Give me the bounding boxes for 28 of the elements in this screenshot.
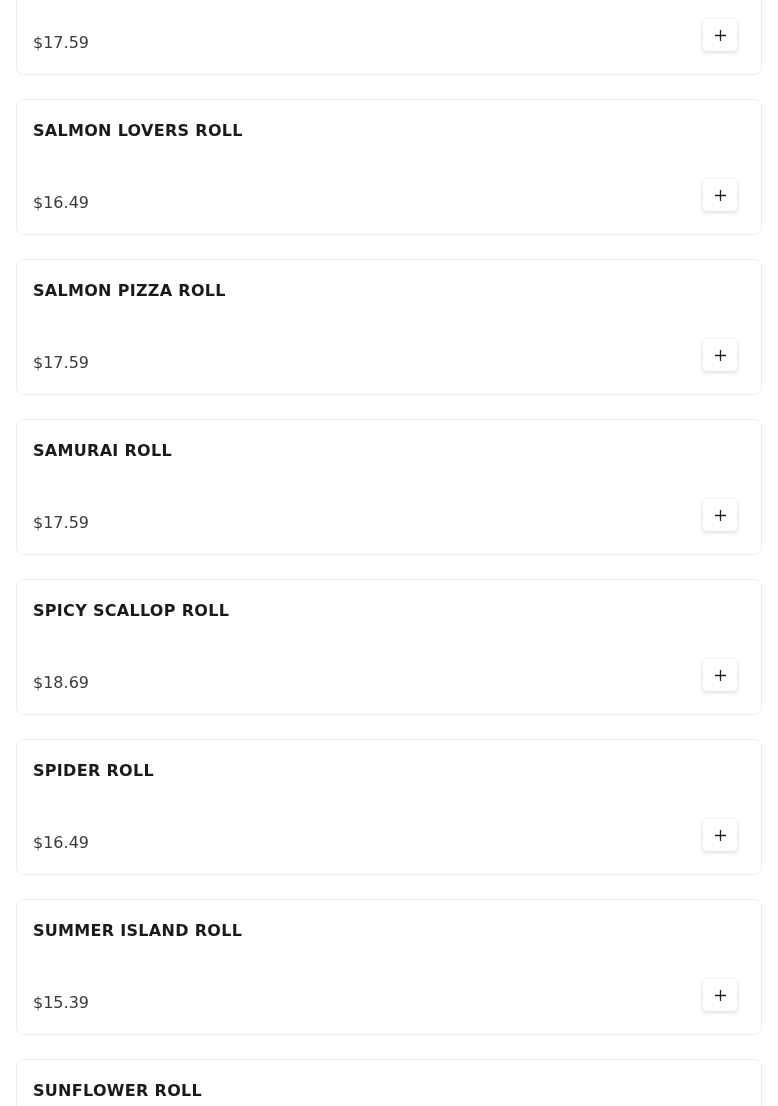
plus-icon xyxy=(714,349,726,361)
item-price: $17.59 xyxy=(33,32,89,52)
item-price: $17.59 xyxy=(33,512,89,532)
item-price: $17.59 xyxy=(33,352,89,372)
plus-icon xyxy=(714,989,726,1001)
add-button[interactable] xyxy=(703,339,737,371)
item-name: SALMON LOVERS ROLL xyxy=(33,121,244,141)
add-button[interactable] xyxy=(703,19,737,51)
add-button[interactable] xyxy=(703,659,737,691)
item-price: $18.69 xyxy=(33,672,89,692)
add-button[interactable] xyxy=(703,179,737,211)
item-name: SPIDER ROLL xyxy=(33,761,155,781)
item-name: SUNFLOWER ROLL xyxy=(33,1081,204,1101)
item-price: $16.49 xyxy=(33,832,89,852)
plus-icon xyxy=(714,189,726,201)
item-name: SUMMER ISLAND ROLL xyxy=(33,921,244,941)
add-button[interactable] xyxy=(703,499,737,531)
plus-icon xyxy=(714,29,726,41)
add-button[interactable] xyxy=(703,979,737,1011)
add-button[interactable] xyxy=(703,819,737,851)
item-name: SPICY SCALLOP ROLL xyxy=(33,601,231,621)
item-name: SALMON PIZZA ROLL xyxy=(33,281,227,301)
plus-icon xyxy=(714,509,726,521)
plus-icon xyxy=(714,829,726,841)
item-price: $15.39 xyxy=(33,992,89,1012)
item-price: $16.49 xyxy=(33,192,89,212)
plus-icon xyxy=(714,669,726,681)
item-name: SAMURAI ROLL xyxy=(33,441,173,461)
